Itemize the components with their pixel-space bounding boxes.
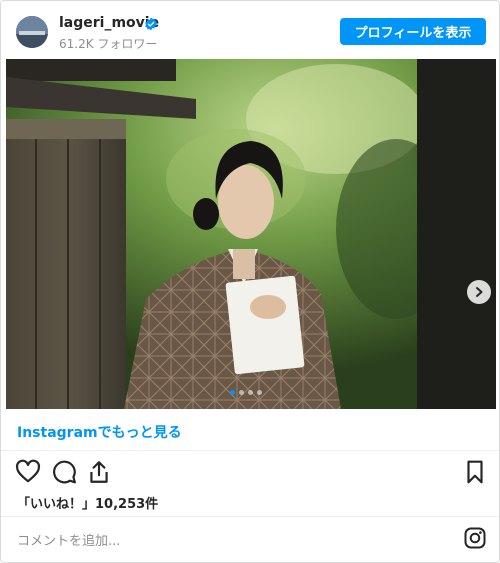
instagram-embed-card: lageri_movie 61.2K フォロワー プロフィールを表示 Insta… [0, 0, 500, 563]
post-photo[interactable] [6, 59, 496, 409]
heart-icon[interactable] [15, 459, 41, 485]
carousel-indicator [230, 390, 262, 396]
divider [1, 450, 499, 451]
avatar[interactable] [16, 16, 48, 48]
chevron-right-icon [476, 287, 483, 297]
carousel-dot [239, 390, 244, 395]
carousel-dot [230, 390, 235, 395]
like-count: 「いいね！」10,253件 [17, 497, 159, 512]
share-icon[interactable] [86, 459, 112, 485]
view-more-on-instagram-link[interactable]: Instagramでもっと見る [17, 422, 182, 442]
carousel-next-button[interactable] [467, 280, 491, 304]
bookmark-icon[interactable] [462, 459, 488, 485]
carousel-dot [248, 390, 253, 395]
view-profile-button[interactable]: プロフィールを表示 [340, 18, 486, 45]
comment-input[interactable]: コメントを追加... [17, 530, 120, 549]
divider [1, 516, 499, 517]
verified-icon [145, 17, 157, 31]
comment-icon[interactable] [51, 459, 77, 485]
instagram-icon[interactable] [463, 526, 487, 550]
post-header: lageri_movie 61.2K フォロワー プロフィールを表示 [1, 1, 499, 59]
photo-illustration [6, 59, 496, 409]
follower-count: 61.2K フォロワー [59, 37, 158, 51]
carousel-dot [257, 390, 262, 395]
